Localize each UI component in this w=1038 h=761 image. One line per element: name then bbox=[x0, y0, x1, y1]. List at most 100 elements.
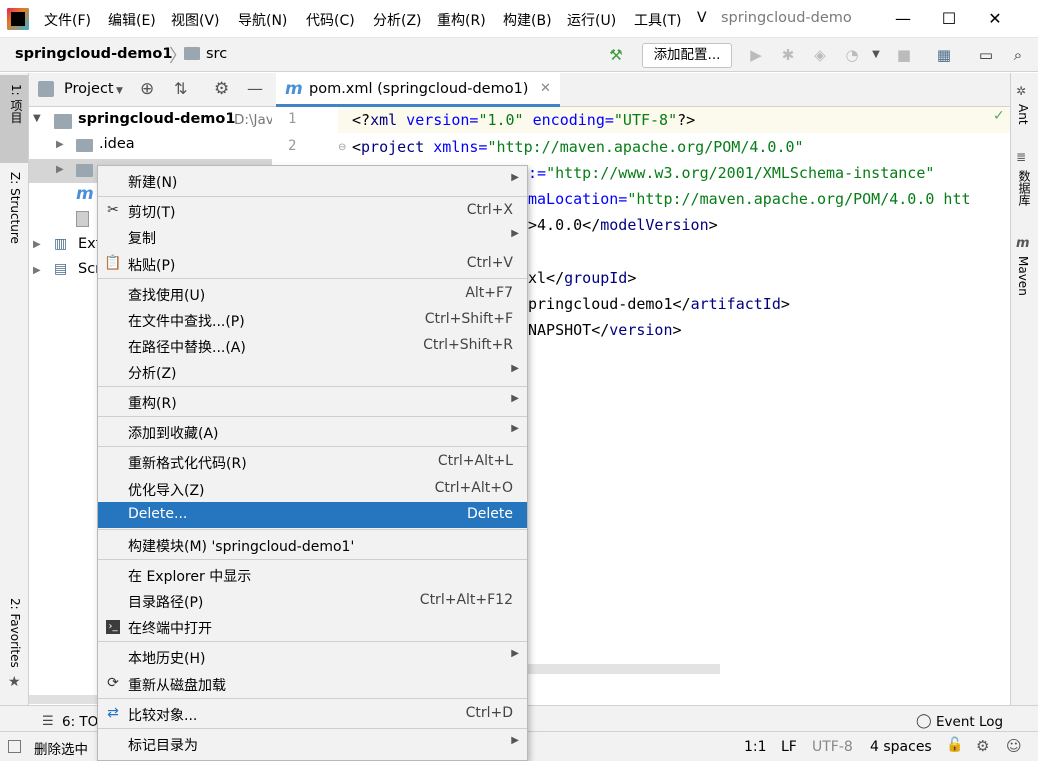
menu-view[interactable]: 视图(V) bbox=[171, 10, 220, 30]
expand-arrow-icon[interactable]: ▶ bbox=[33, 265, 41, 276]
hide-icon[interactable]: — bbox=[247, 79, 263, 98]
collapse-all-icon[interactable]: ⇅ bbox=[174, 79, 187, 98]
menu-item-optimize-imports[interactable]: 优化导入(Z) Ctrl+Alt+O bbox=[98, 476, 527, 502]
tree-root-label[interactable]: springcloud-demo1 bbox=[78, 111, 235, 127]
tree-root-path: D:\Jav bbox=[234, 112, 274, 128]
tab-structure[interactable]: Z: Structure bbox=[8, 172, 22, 244]
lock-icon[interactable]: 🔓 bbox=[946, 737, 963, 753]
build-hammer-icon[interactable]: ⚒ bbox=[606, 46, 626, 64]
event-log-icon: ◯ bbox=[916, 713, 932, 729]
close-button[interactable]: ✕ bbox=[972, 6, 1018, 32]
menu-item-refactor[interactable]: 重构(R) ▶ bbox=[98, 389, 527, 415]
menu-item-find-usages[interactable]: 查找使用(U) Alt+F7 bbox=[98, 281, 527, 307]
tab-favorites[interactable]: 2: Favorites bbox=[8, 598, 22, 668]
toggle-panels-icon[interactable] bbox=[8, 740, 21, 753]
menu-vcs[interactable]: V bbox=[697, 10, 707, 26]
tab-todo[interactable]: 6: TO bbox=[62, 714, 98, 730]
chevron-down-icon[interactable]: ▼ bbox=[116, 86, 123, 96]
line-number: 2 bbox=[288, 138, 297, 154]
menu-item-mark-directory-as[interactable]: 标记目录为 ▶ bbox=[98, 731, 527, 757]
search-icon[interactable]: ⌕ bbox=[1008, 46, 1028, 64]
expand-arrow-icon[interactable]: ▶ bbox=[56, 164, 64, 175]
menu-separator bbox=[98, 728, 527, 729]
maven-file-icon: m bbox=[285, 79, 303, 99]
run-icon[interactable]: ▶ bbox=[746, 46, 766, 64]
code-line-4: maLocation="http://maven.apache.org/POM/… bbox=[528, 190, 971, 208]
cursor-position[interactable]: 1:1 bbox=[744, 739, 767, 755]
tree-item-idea[interactable]: .idea bbox=[99, 136, 135, 152]
menu-item-new[interactable]: 新建(N) ▶ bbox=[98, 168, 527, 194]
menu-analyze[interactable]: 分析(Z) bbox=[373, 10, 422, 30]
menu-refactor[interactable]: 重构(R) bbox=[437, 10, 486, 30]
chevron-down-icon[interactable]: ▼ bbox=[866, 46, 886, 64]
expand-arrow-icon[interactable]: ▶ bbox=[33, 239, 41, 250]
menu-item-reformat-code[interactable]: 重新格式化代码(R) Ctrl+Alt+L bbox=[98, 449, 527, 475]
menu-item-analyze[interactable]: 分析(Z) ▶ bbox=[98, 359, 527, 385]
menu-item-build-module[interactable]: 构建模块(M) 'springcloud-demo1' bbox=[98, 532, 527, 558]
menu-tools[interactable]: 工具(T) bbox=[634, 10, 681, 30]
database-icon: ≣ bbox=[1016, 150, 1027, 164]
scratches-icon: ▤ bbox=[54, 261, 68, 277]
code-line-7: xl</groupId> bbox=[528, 269, 637, 287]
menu-separator bbox=[98, 196, 527, 197]
menu-item-show-in-explorer[interactable]: 在 Explorer 中显示 bbox=[98, 562, 527, 588]
tab-maven[interactable]: Maven bbox=[1016, 256, 1030, 296]
menu-item-reload-from-disk[interactable]: ⟳ 重新从磁盘加载 bbox=[98, 671, 527, 697]
add-configuration-button[interactable]: 添加配置... bbox=[642, 43, 732, 68]
menu-item-copy[interactable]: 复制 ▶ bbox=[98, 224, 527, 250]
tab-database[interactable]: 数据库 bbox=[1016, 170, 1033, 206]
tab-ant[interactable]: Ant bbox=[1016, 104, 1030, 125]
menu-item-find-in-files[interactable]: 在文件中查找...(P) Ctrl+Shift+F bbox=[98, 307, 527, 333]
window-title: springcloud-demo bbox=[721, 10, 852, 26]
expand-arrow-icon[interactable]: ▶ bbox=[56, 139, 64, 150]
indent-setting[interactable]: 4 spaces bbox=[870, 739, 932, 755]
code-line-2: <project xmlns="http://maven.apache.org/… bbox=[352, 138, 804, 156]
menu-edit[interactable]: 编辑(E) bbox=[108, 10, 156, 30]
breadcrumb-project[interactable]: springcloud-demo1 bbox=[15, 46, 172, 62]
maximize-button[interactable]: ☐ bbox=[926, 6, 972, 32]
maven-file-icon: m bbox=[76, 184, 94, 204]
file-encoding[interactable]: UTF-8 bbox=[812, 739, 853, 755]
menu-item-paste[interactable]: 📋 粘贴(P) Ctrl+V bbox=[98, 251, 527, 277]
file-icon bbox=[76, 211, 89, 227]
debug-icon[interactable]: ✱ bbox=[778, 46, 798, 64]
menu-item-compare-with[interactable]: ⇄ 比较对象... Ctrl+D bbox=[98, 701, 527, 727]
project-view-selector[interactable]: Project bbox=[64, 81, 114, 97]
menu-navigate[interactable]: 导航(N) bbox=[238, 10, 287, 30]
code-line-3: :="http://www.w3.org/2001/XMLSchema-inst… bbox=[528, 164, 935, 182]
coverage-icon[interactable]: ◈ bbox=[810, 46, 830, 64]
expand-arrow-icon[interactable]: ▼ bbox=[33, 113, 41, 124]
tab-pom-xml-label: pom.xml (springcloud-demo1) bbox=[309, 81, 529, 97]
event-log-button[interactable]: Event Log bbox=[936, 714, 1003, 730]
menu-separator bbox=[98, 529, 527, 530]
settings-gear-icon[interactable]: ⚙ bbox=[976, 737, 989, 755]
menu-separator bbox=[98, 698, 527, 699]
editor-horizontal-scrollbar[interactable] bbox=[528, 664, 720, 674]
minimize-button[interactable]: — bbox=[880, 6, 926, 32]
inspector-icon[interactable]: ☺ bbox=[1006, 737, 1022, 755]
menu-item-add-to-favorites[interactable]: 添加到收藏(A) ▶ bbox=[98, 419, 527, 445]
menu-item-replace-in-path[interactable]: 在路径中替换...(A) Ctrl+Shift+R bbox=[98, 333, 527, 359]
menu-file[interactable]: 文件(F) bbox=[44, 10, 91, 30]
menu-separator bbox=[98, 446, 527, 447]
gear-icon[interactable]: ⚙ bbox=[214, 79, 229, 99]
locate-icon[interactable]: ⊕ bbox=[140, 79, 154, 99]
clipboard-icon: 📋 bbox=[104, 255, 122, 271]
menu-item-open-in-terminal[interactable]: ›_ 在终端中打开 bbox=[98, 614, 527, 640]
profile-icon[interactable]: ◔ bbox=[842, 46, 862, 64]
close-tab-icon[interactable]: ✕ bbox=[540, 81, 551, 96]
line-separator[interactable]: LF bbox=[781, 739, 797, 755]
stop-icon[interactable]: ■ bbox=[894, 46, 914, 64]
terminal-window-icon[interactable]: ▭ bbox=[976, 46, 996, 64]
menu-item-delete[interactable]: Delete... Delete bbox=[98, 502, 527, 528]
menu-item-cut[interactable]: ✂ 剪切(T) Ctrl+X bbox=[98, 198, 527, 224]
menu-run[interactable]: 运行(U) bbox=[567, 10, 616, 30]
menu-item-local-history[interactable]: 本地历史(H) ▶ bbox=[98, 644, 527, 670]
menu-code[interactable]: 代码(C) bbox=[306, 10, 355, 30]
fold-icon[interactable]: ⊖ bbox=[338, 142, 346, 153]
breadcrumb-src[interactable]: src bbox=[206, 46, 227, 62]
menu-build[interactable]: 构建(B) bbox=[503, 10, 552, 30]
maven-icon: m bbox=[1016, 236, 1030, 251]
project-structure-icon[interactable]: ▦ bbox=[934, 46, 954, 64]
menu-item-directory-path[interactable]: 目录路径(P) Ctrl+Alt+F12 bbox=[98, 588, 527, 614]
